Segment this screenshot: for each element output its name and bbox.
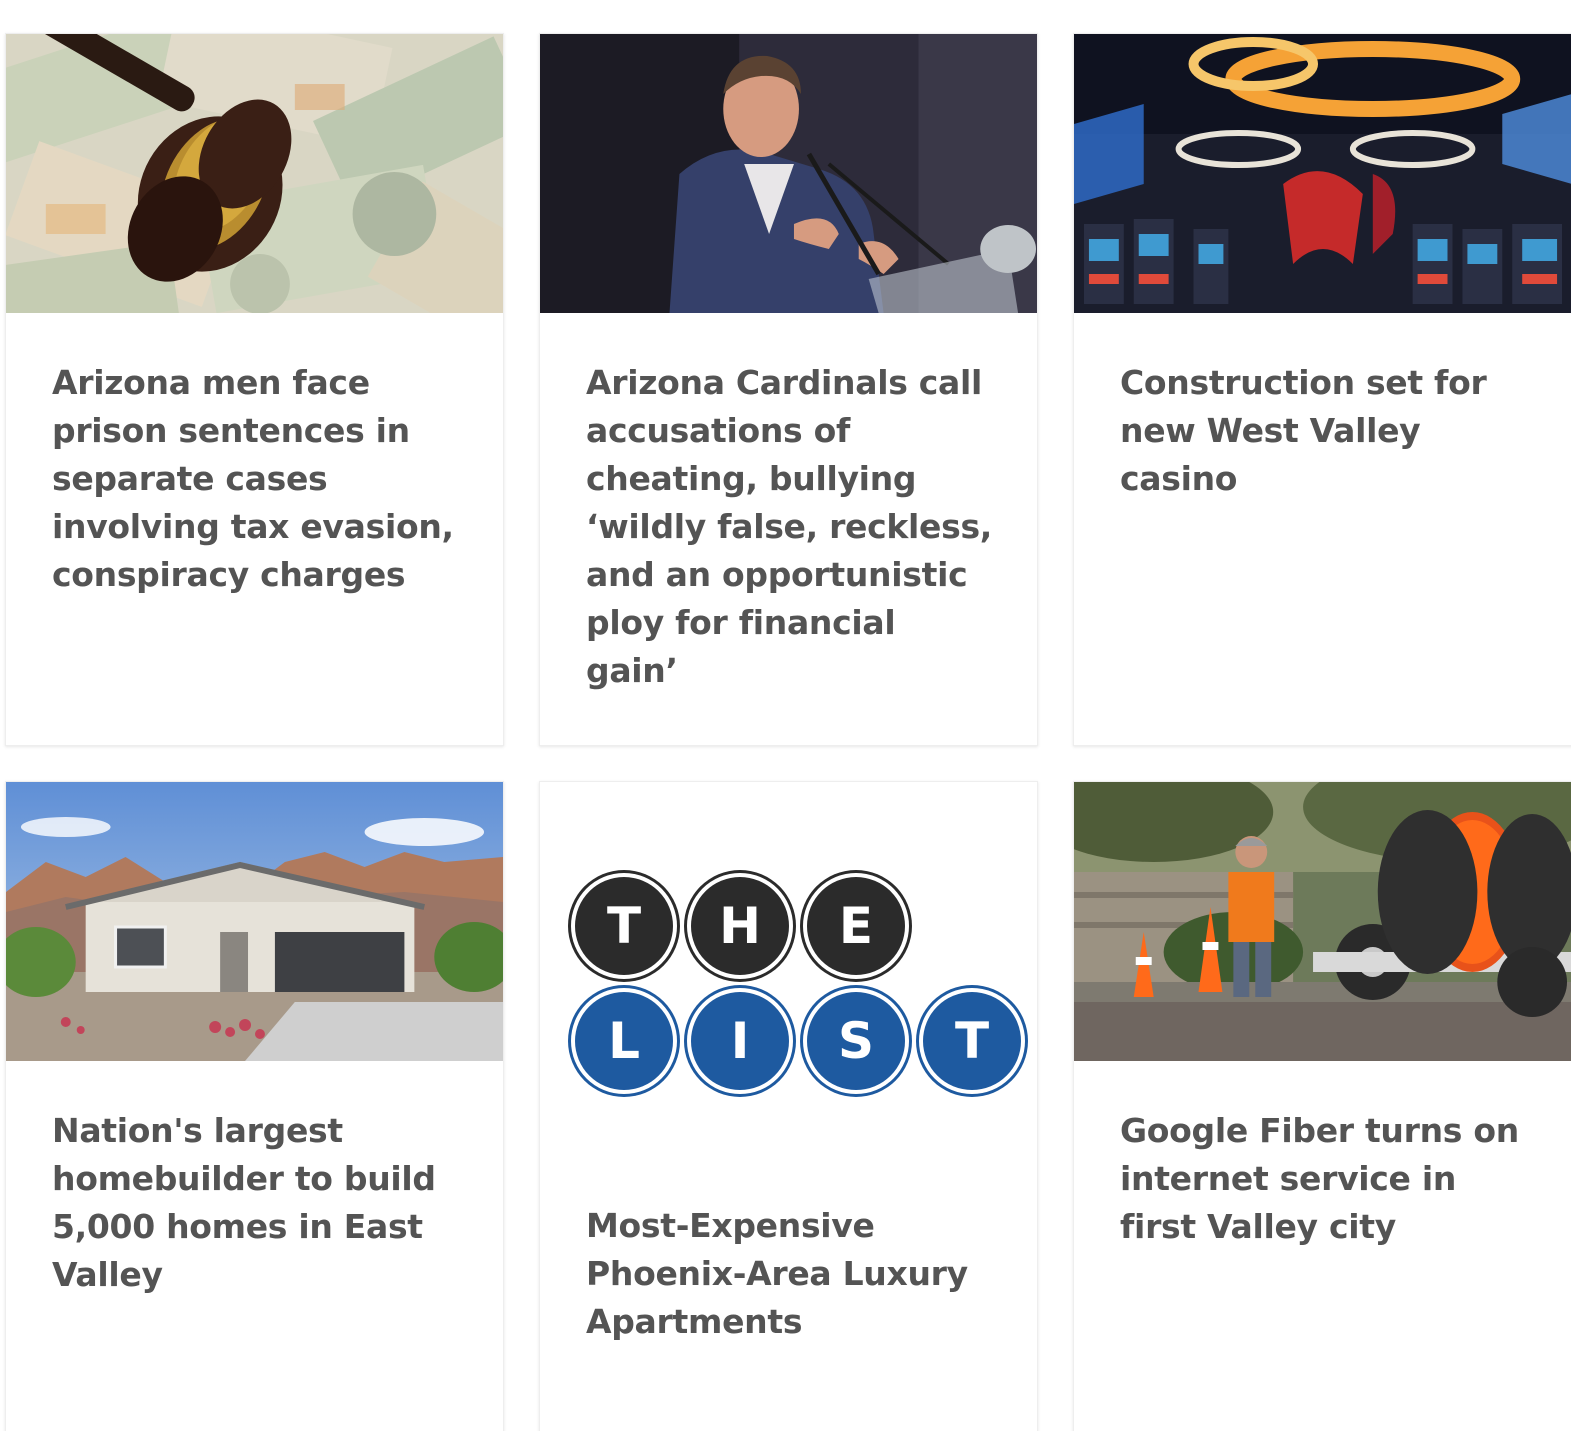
article-headline[interactable]: Arizona Cardinals call accusations of ch… — [586, 359, 997, 695]
article-card-5[interactable]: T H E L I S T Most-Expensive Phoenix-Are… — [539, 781, 1038, 1431]
logo-letter: S — [807, 992, 905, 1090]
casino-floor-photo[interactable] — [1074, 34, 1571, 313]
logo-letter: L — [575, 992, 673, 1090]
article-headline[interactable]: Construction set for new West Valley cas… — [1120, 359, 1532, 503]
article-headline[interactable]: Arizona men face prison sentences in sep… — [52, 359, 463, 599]
article-headline[interactable]: Nation's largest homebuilder to build 5,… — [52, 1107, 463, 1299]
article-card-2[interactable]: Arizona Cardinals call accusations of ch… — [539, 33, 1038, 746]
desert-house-photo[interactable] — [6, 782, 503, 1061]
logo-letter: H — [691, 877, 789, 975]
article-headline[interactable]: Most-Expensive Phoenix-Area Luxury Apart… — [586, 1202, 997, 1346]
logo-letter: T — [575, 877, 673, 975]
article-headline[interactable]: Google Fiber turns on internet service i… — [1120, 1107, 1532, 1251]
logo-letter: E — [807, 877, 905, 975]
gavel-on-money-photo[interactable] — [6, 34, 503, 313]
article-card-4[interactable]: Nation's largest homebuilder to build 5,… — [5, 781, 504, 1431]
speaker-at-podium-photo[interactable] — [540, 34, 1037, 313]
the-list-logo[interactable]: T H E L I S T — [570, 872, 1030, 1102]
logo-letter: I — [691, 992, 789, 1090]
article-card-1[interactable]: Arizona men face prison sentences in sep… — [5, 33, 504, 746]
article-card-3[interactable]: Construction set for new West Valley cas… — [1073, 33, 1571, 746]
article-card-6[interactable]: Google Fiber turns on internet service i… — [1073, 781, 1571, 1431]
logo-letter: T — [923, 992, 1021, 1090]
fiber-cable-worker-photo[interactable] — [1074, 782, 1571, 1061]
